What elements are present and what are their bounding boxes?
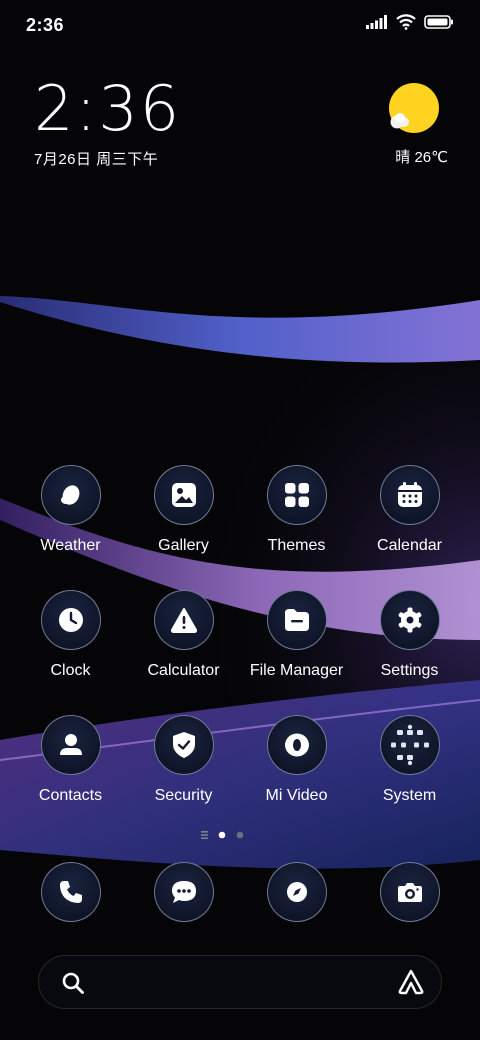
app-row: Weather Gallery Themes Calendar — [14, 465, 466, 590]
weather-text: 晴 26℃ — [395, 146, 448, 167]
security-shield-icon — [153, 715, 214, 775]
status-icons — [366, 14, 454, 30]
app-label: Security — [154, 787, 213, 804]
app-label: Calculator — [147, 662, 220, 679]
sun-cloud-icon — [389, 83, 439, 133]
dock-browser[interactable] — [240, 862, 353, 926]
file-manager-icon — [266, 590, 327, 650]
calendar-icon — [379, 465, 440, 525]
compass-icon — [266, 862, 327, 922]
assistant-icon[interactable] — [397, 969, 425, 995]
page-dot-active — [218, 831, 226, 839]
dock-messages[interactable] — [127, 862, 240, 926]
clock-widget[interactable]: 2:36 7月26日 周三下午 — [34, 76, 181, 169]
widget-date: 7月26日 周三下午 — [34, 151, 159, 168]
weather-drop-icon — [40, 465, 101, 525]
app-label: File Manager — [249, 662, 344, 679]
gallery-icon — [153, 465, 214, 525]
menu-lines-icon — [201, 831, 208, 839]
status-bar: 2:36 — [0, 0, 480, 50]
clock-icon — [40, 590, 101, 650]
status-time: 2:36 — [26, 15, 65, 35]
themes-grid-icon — [266, 465, 327, 525]
app-label: Calendar — [377, 537, 442, 554]
app-label: Settings — [380, 662, 439, 679]
app-label: Themes — [267, 537, 326, 554]
widget-time: 2:36 — [34, 72, 182, 145]
app-label: Gallery — [158, 537, 209, 554]
system-folder-icon — [379, 715, 440, 775]
app-grid: Weather Gallery Themes Calendar Clock Ca… — [14, 465, 466, 840]
app-clock[interactable]: Clock — [14, 590, 127, 715]
app-gallery[interactable]: Gallery — [127, 465, 240, 590]
app-calculator[interactable]: Calculator — [127, 590, 240, 715]
signal-icon — [366, 15, 387, 29]
battery-icon — [424, 15, 453, 29]
app-file-manager[interactable]: File Manager — [240, 590, 353, 715]
app-calendar[interactable]: Calendar — [353, 465, 466, 590]
weather-condition: 晴 — [395, 149, 411, 166]
contacts-person-icon — [40, 715, 101, 775]
wifi-icon — [396, 14, 416, 30]
app-settings[interactable]: Settings — [353, 590, 466, 715]
weather-temperature: 26℃ — [414, 149, 448, 166]
app-mi-video[interactable]: Mi Video — [240, 715, 353, 840]
app-label: Clock — [50, 662, 91, 679]
app-contacts[interactable]: Contacts — [14, 715, 127, 840]
app-label: Weather — [40, 537, 101, 554]
settings-gear-icon — [379, 590, 440, 650]
dock-phone[interactable] — [14, 862, 127, 926]
app-row: Contacts Security Mi Video System — [14, 715, 466, 840]
search-icon — [62, 972, 84, 994]
app-themes[interactable]: Themes — [240, 465, 353, 590]
dock — [14, 862, 466, 926]
dock-camera[interactable] — [353, 862, 466, 926]
page-indicator[interactable] — [0, 828, 480, 842]
app-label: System — [382, 787, 437, 804]
app-row: Clock Calculator File Manager Settings — [14, 590, 466, 715]
search-bar[interactable] — [38, 955, 442, 1009]
app-security[interactable]: Security — [127, 715, 240, 840]
weather-widget[interactable]: 晴 26℃ — [384, 82, 448, 166]
mi-video-icon — [266, 715, 327, 775]
page-dot — [236, 831, 244, 839]
app-weather[interactable]: Weather — [14, 465, 127, 590]
app-label: Mi Video — [265, 787, 328, 804]
phone-icon — [40, 862, 101, 922]
messages-icon — [153, 862, 214, 922]
calculator-icon — [153, 590, 214, 650]
app-system-folder[interactable]: System — [353, 715, 466, 840]
app-label: Contacts — [38, 787, 103, 804]
camera-icon — [379, 862, 440, 922]
